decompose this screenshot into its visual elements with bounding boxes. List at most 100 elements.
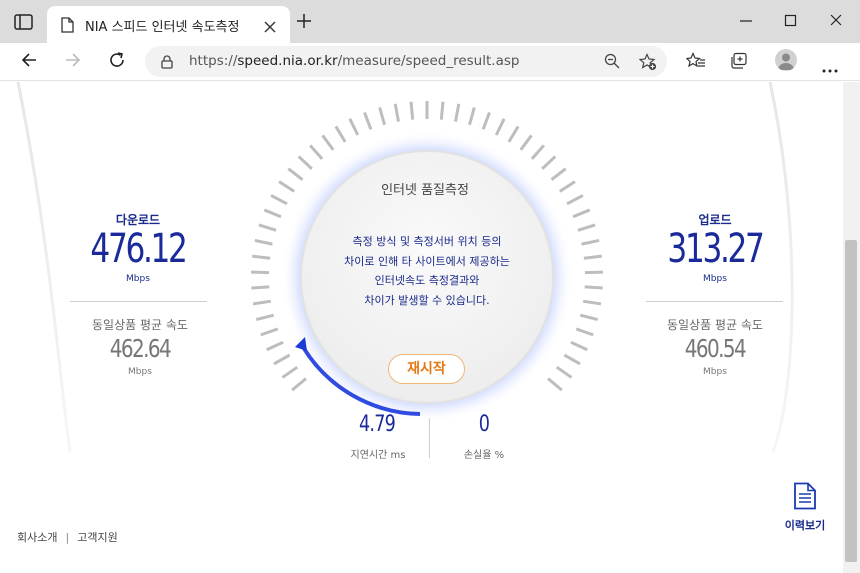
gauge-tick [547, 377, 563, 392]
gauge-tick [555, 365, 573, 379]
download-avg-value: 462.64 [109, 334, 172, 363]
gauge-tick [577, 223, 596, 232]
loss-label: 손실율 % [463, 450, 505, 461]
gauge-tick [255, 313, 275, 322]
gauge-tick [582, 299, 602, 306]
restart-button[interactable]: 재시작 [388, 354, 465, 384]
close-icon[interactable] [264, 18, 276, 37]
upload-divider [646, 301, 783, 302]
footer: 회사소개 | 고객지원 [17, 529, 118, 545]
center-title: 인터넷 품질측정 [381, 183, 469, 198]
gauge-tick [507, 125, 520, 143]
gauge-tick [251, 285, 270, 290]
gauge-tick [258, 223, 277, 232]
mini-divider [429, 418, 430, 458]
favorite-add-icon[interactable] [638, 53, 657, 75]
back-icon[interactable] [20, 51, 38, 73]
latency-label: 지연시간 ms [350, 450, 406, 461]
gauge-tick [439, 101, 445, 120]
page-icon [61, 17, 74, 37]
gauge-tick [579, 313, 599, 322]
scrollbar[interactable] [843, 82, 860, 573]
gauge-tick [378, 107, 386, 126]
upload-value: 313.27 [667, 226, 764, 272]
gauge-tick [541, 155, 557, 170]
upload-avg-unit: Mbps [703, 367, 727, 377]
sidebar-icon[interactable] [14, 14, 34, 30]
forward-icon[interactable] [64, 51, 82, 73]
gauge-tick [550, 167, 567, 181]
address-bar[interactable]: https://speed.nia.or.kr/measure/speed_re… [145, 46, 667, 77]
zoom-icon[interactable] [604, 53, 620, 73]
gauge-tick [252, 299, 272, 306]
upload-avg-label: 동일상품 평균 속도 [667, 318, 763, 332]
lock-icon[interactable] [161, 54, 173, 73]
gauge-tick [481, 111, 491, 130]
gauge-tick [348, 118, 360, 136]
gauge-tick [494, 118, 506, 136]
profile-icon[interactable] [775, 49, 797, 71]
gauge-tick [251, 270, 270, 275]
download-avg-label: 동일상품 평균 속도 [92, 318, 188, 332]
gauge-tick [583, 254, 602, 260]
browser-toolbar: https://speed.nia.or.kr/measure/speed_re… [0, 43, 860, 81]
gauge-tick [363, 111, 373, 130]
gauge-tick [393, 103, 400, 122]
gauge-tick [409, 101, 415, 120]
gauge-tick [581, 238, 600, 246]
gauge-tick [566, 194, 584, 206]
footer-support-link[interactable]: 고객지원 [77, 531, 117, 544]
center-message-line: 측정 방식 및 측정서버 위치 등의 [352, 235, 502, 248]
gauge-tick [278, 180, 296, 193]
download-avg-unit: Mbps [128, 367, 152, 377]
gauge-tick [291, 377, 307, 392]
active-tab[interactable]: NIA 스피드 인터넷 속도측정 [47, 6, 290, 43]
gauge-tick [558, 180, 576, 193]
gauge-tick [309, 144, 324, 160]
gauge-tick [287, 167, 304, 181]
close-window-icon[interactable] [829, 12, 843, 31]
gauge-tick [584, 285, 603, 290]
refresh-icon[interactable] [108, 51, 126, 73]
latency-value: 4.79 [359, 412, 396, 437]
gauge-tick [252, 254, 271, 260]
history-button[interactable]: 이력보기 [780, 482, 830, 533]
history-label: 이력보기 [784, 519, 826, 532]
center-message: 측정 방식 및 측정서버 위치 등의 차이로 인해 타 사이트에서 제공하는 인… [310, 232, 544, 310]
footer-company-link[interactable]: 회사소개 [17, 531, 57, 544]
favorites-icon[interactable] [685, 52, 706, 74]
download-value: 476.12 [90, 226, 187, 272]
gauge-tick [270, 194, 288, 206]
loss-value: 0 [478, 412, 490, 437]
gauge-tick [468, 107, 476, 126]
gauge-tick [575, 327, 594, 337]
footer-separator: | [65, 531, 70, 544]
gauge-tick [281, 365, 299, 379]
gauge-tick [266, 340, 284, 352]
minimize-icon[interactable] [739, 12, 753, 31]
document-icon [793, 482, 817, 514]
gauge-tick [297, 155, 313, 170]
url-text: https://speed.nia.or.kr/measure/speed_re… [189, 53, 520, 69]
gauge-tick [260, 327, 279, 337]
collections-icon[interactable] [730, 52, 748, 74]
gauge-tick [334, 125, 347, 143]
download-unit: Mbps [126, 274, 150, 284]
gauge-tick [530, 144, 545, 160]
scroll-thumb[interactable] [845, 240, 857, 562]
gauge-tick [584, 270, 603, 275]
maximize-icon[interactable] [784, 12, 798, 31]
gauge-tick [263, 208, 282, 219]
more-icon[interactable] [822, 58, 838, 77]
plus-icon[interactable] [296, 13, 312, 33]
gauge-tick [273, 353, 291, 366]
gauge-tick [254, 238, 273, 246]
gauge-tick [563, 353, 581, 366]
download-divider [70, 301, 207, 302]
center-message-line: 차이로 인해 타 사이트에서 제공하는 [344, 254, 510, 268]
gauge-tick [321, 134, 335, 151]
page-content: 다운로드 476.12 Mbps 동일상품 평균 속도 462.64 Mbps … [0, 82, 843, 573]
upload-unit: Mbps [703, 274, 727, 284]
tab-bar: NIA 스피드 인터넷 속도측정 [0, 0, 860, 43]
gauge-tick [570, 340, 588, 352]
